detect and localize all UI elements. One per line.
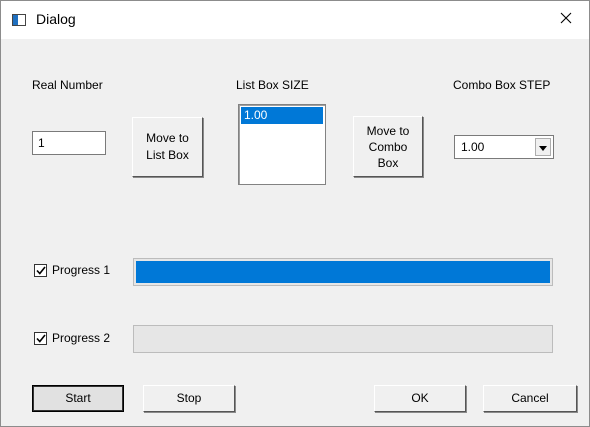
close-icon <box>560 11 572 29</box>
progress1-bar <box>133 258 553 286</box>
move-to-list-box-label-line2: List Box <box>146 148 189 162</box>
list-item-selected[interactable]: 1.00 <box>241 107 323 124</box>
title-bar[interactable]: Dialog <box>1 1 589 39</box>
check-icon <box>35 262 46 280</box>
step-combo-box[interactable]: 1.00 <box>454 135 554 159</box>
window-title: Dialog <box>36 11 76 27</box>
dialog-app-icon <box>12 13 26 26</box>
move-to-combo-box-label-line2: Combo <box>368 139 408 154</box>
progress1-checkbox[interactable] <box>34 264 47 277</box>
progress1-fill <box>136 261 550 283</box>
progress2-checkbox-label: Progress 2 <box>52 331 111 345</box>
list-box-size-label: List Box SIZE <box>236 78 309 92</box>
move-to-list-box-label-line1: Move to <box>146 131 189 145</box>
dropdown-arrow-icon <box>539 138 547 156</box>
size-list-box[interactable]: 1.00 <box>238 104 326 185</box>
close-button[interactable] <box>543 1 589 39</box>
real-number-label: Real Number <box>32 78 103 92</box>
progress1-checkbox-label: Progress 1 <box>52 263 111 277</box>
cancel-button[interactable]: Cancel <box>483 385 577 412</box>
ok-button[interactable]: OK <box>374 385 466 412</box>
progress2-checkbox[interactable] <box>34 332 47 345</box>
real-number-input[interactable]: 1 <box>32 131 106 155</box>
move-to-combo-box-button[interactable]: Move to Combo Box <box>353 116 423 177</box>
check-icon <box>35 330 46 348</box>
combo-dropdown-button[interactable] <box>535 138 551 156</box>
move-to-combo-box-label-line3: Box <box>377 155 399 170</box>
dialog-window: Dialog Real Number List Box SIZE Combo B… <box>0 0 590 427</box>
start-button[interactable]: Start <box>32 385 124 412</box>
stop-button[interactable]: Stop <box>143 385 235 412</box>
move-to-list-box-button[interactable]: Move to List Box <box>132 117 203 177</box>
combo-box-value: 1.00 <box>461 140 485 154</box>
combo-box-step-label: Combo Box STEP <box>453 78 551 92</box>
progress2-bar <box>133 325 553 353</box>
move-to-combo-box-label-line1: Move to <box>366 123 410 138</box>
